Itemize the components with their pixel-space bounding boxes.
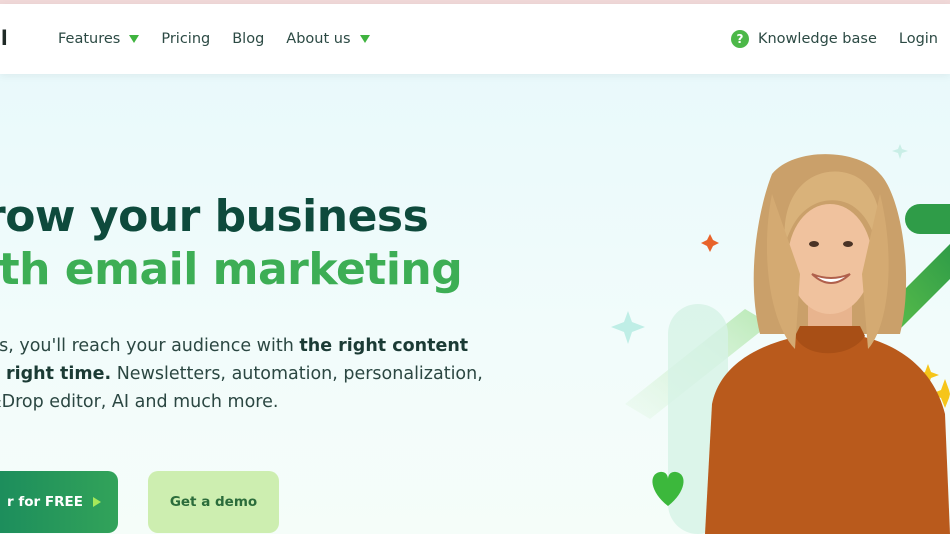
sparkle-teal-icon xyxy=(611,311,645,344)
get-demo-button[interactable]: Get a demo xyxy=(148,471,279,533)
hero-headline-line2: ith email marketing xyxy=(0,244,463,295)
hero-text-bold: e right time. xyxy=(0,364,112,384)
top-navbar: il Features Pricing Blog About us ? Know… xyxy=(0,4,950,74)
knowledge-base-label: Knowledge base xyxy=(757,31,877,47)
login-link[interactable]: Login xyxy=(899,31,938,47)
nav-item-label: Features xyxy=(58,31,121,47)
knowledge-base-link[interactable]: ? Knowledge base xyxy=(730,30,877,48)
nav-right: ? Knowledge base Login xyxy=(730,4,938,74)
hero-text-part: us, you'll reach your audience with xyxy=(0,336,300,356)
brand-logo[interactable]: il xyxy=(0,26,8,50)
play-arrow-icon xyxy=(92,497,101,507)
nav-item-label: About us xyxy=(286,31,351,47)
hero-text-bold: the right content xyxy=(299,336,469,356)
nav-item-label: Pricing xyxy=(161,31,211,47)
hero-section: row your business ith email marketing us… xyxy=(0,74,950,534)
sparkle-teal-small-icon xyxy=(892,144,908,159)
get-demo-label: Get a demo xyxy=(169,494,258,510)
hero-headline-line1: row your business xyxy=(0,191,429,242)
nav-item-label: Blog xyxy=(232,31,265,47)
question-icon: ? xyxy=(730,30,749,48)
arrow-head-shape xyxy=(905,204,950,234)
nav-item-features[interactable]: Features xyxy=(58,31,140,47)
hero-description: us, you'll reach your audience with the … xyxy=(0,332,498,416)
sparkle-orange-icon xyxy=(701,234,719,252)
nav-item-pricing[interactable]: Pricing xyxy=(161,31,210,47)
dropdown-triangle-icon xyxy=(129,35,140,43)
signup-free-label: r for FREE xyxy=(7,494,83,510)
main-nav: Features Pricing Blog About us xyxy=(58,4,392,74)
nav-item-blog[interactable]: Blog xyxy=(232,31,264,47)
hero-text-part: &Drop editor, AI and much more. xyxy=(0,392,279,412)
signup-free-button[interactable]: r for FREE xyxy=(0,471,118,533)
dropdown-triangle-icon xyxy=(359,35,370,43)
hero-text-part: Newsletters, automation, personalization… xyxy=(111,364,483,384)
nav-item-about-us[interactable]: About us xyxy=(286,31,370,47)
hero-illustration xyxy=(611,144,950,534)
